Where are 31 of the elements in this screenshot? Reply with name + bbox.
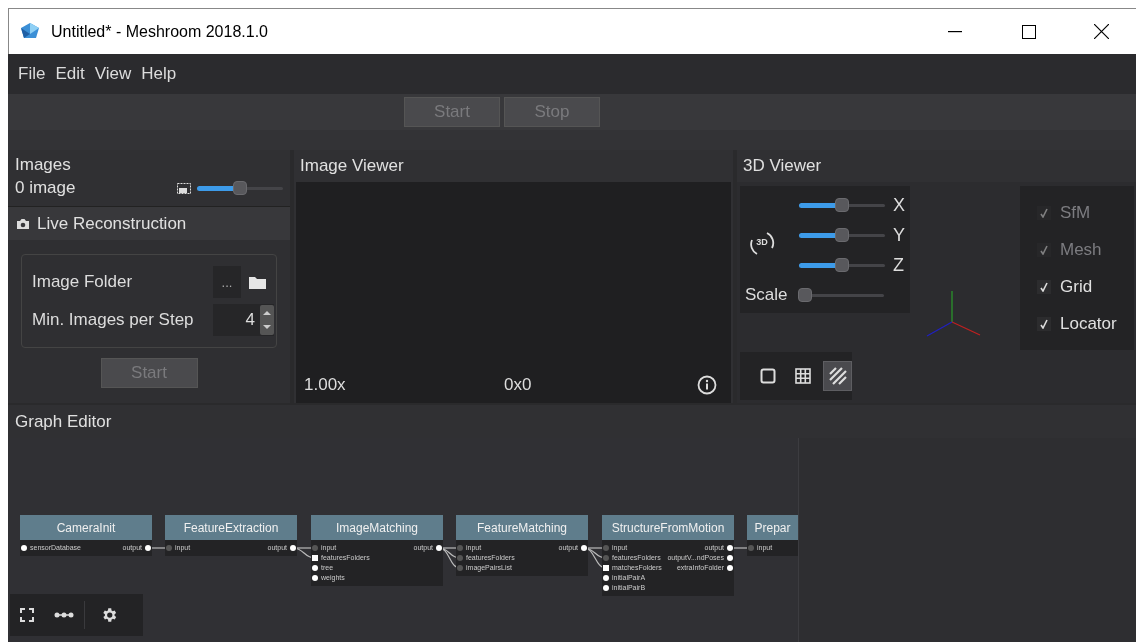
checkbox-label: Locator [1060,312,1117,335]
window-title: Untitled* - Meshroom 2018.1.0 [51,21,268,42]
panel-title: Graph Editor [8,405,1136,438]
image-count: 0 image [15,177,76,199]
node-header[interactable]: FeatureMatching [456,515,588,540]
slider-label: Scale [745,284,789,307]
menu-item[interactable]: View [90,61,136,87]
node-header[interactable]: CameraInit [20,515,152,540]
axis-label: Z [893,253,904,277]
axis-label: Y [893,223,905,247]
zoom-level: 1.00x [304,374,347,397]
checkbox-label: Grid [1060,275,1093,298]
folder-field[interactable]: ... [213,266,241,298]
node-header[interactable]: Prepar [747,515,798,540]
menu-item[interactable]: File [14,61,50,87]
panel-title: Images [15,154,72,176]
node-header[interactable]: FeatureExtraction [165,515,297,540]
menu-item[interactable]: Edit [51,61,89,87]
field-label: Image Folder [32,271,133,294]
node-header[interactable]: ImageMatching [311,515,443,540]
spin-field[interactable]: 4 [213,304,274,336]
section-title: Live Reconstruction [37,212,187,235]
node-header[interactable]: StructureFromMotion [602,515,734,540]
checkbox-label: Mesh [1060,238,1102,261]
panel-title: Image Viewer [299,155,405,178]
axis-label: X [893,193,905,217]
menu-item[interactable]: Help [137,61,181,87]
checkbox-label: SfM [1060,201,1091,224]
field-label: Min. Images per Step [32,309,194,332]
panel-title: 3D Viewer [742,155,823,178]
image-resolution: 0x0 [504,374,532,397]
